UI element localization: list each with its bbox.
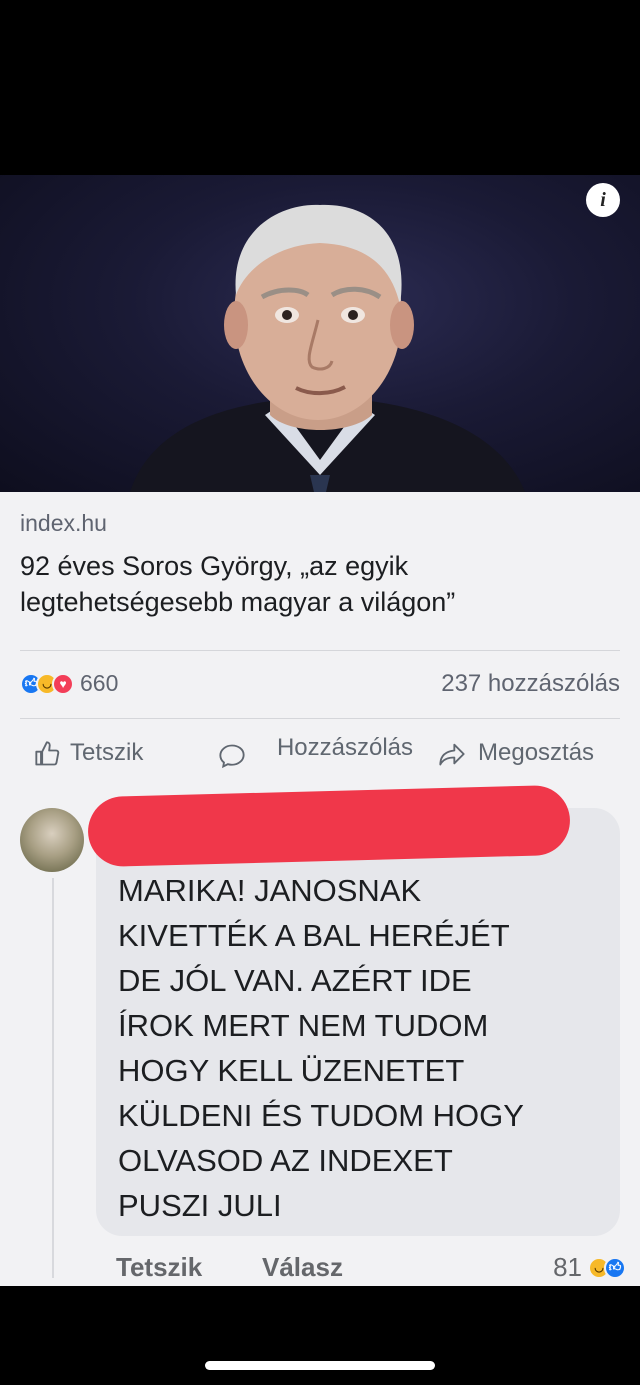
divider bbox=[20, 650, 620, 651]
like-label: Tetszik bbox=[70, 739, 144, 766]
redaction-mark bbox=[87, 784, 571, 868]
speech-bubble-icon bbox=[219, 744, 245, 769]
info-icon[interactable]: i bbox=[586, 183, 620, 217]
share-arrow-icon bbox=[439, 743, 465, 766]
share-label: Megosztás bbox=[478, 739, 595, 766]
comment-text: MARIKA! JANOSNAK KIVETTÉK A BAL HERÉJÉT … bbox=[118, 873, 524, 1223]
portrait-illustration bbox=[130, 204, 525, 492]
article-photo[interactable] bbox=[0, 175, 640, 492]
comment-reaction-count: 81 bbox=[553, 1252, 582, 1282]
reaction-count: 660 bbox=[80, 670, 119, 696]
comment-like-button[interactable]: Tetszik bbox=[116, 1252, 202, 1283]
love-reaction-icon: ♥ bbox=[52, 672, 74, 695]
home-indicator[interactable] bbox=[205, 1361, 435, 1370]
comments-count[interactable]: 237 hozzászólás bbox=[441, 670, 620, 698]
thumbs-up-icon bbox=[35, 741, 60, 766]
comment-label: Hozzászólás bbox=[276, 734, 414, 761]
share-button[interactable]: Megosztás bbox=[438, 739, 595, 768]
avatar[interactable] bbox=[20, 808, 84, 872]
divider bbox=[20, 718, 620, 719]
comment-reactions[interactable]: 81 ◡ 👍︎ bbox=[553, 1252, 626, 1283]
comment-button[interactable]: Hozzászólás bbox=[218, 730, 430, 770]
post-source[interactable]: index.hu bbox=[20, 510, 107, 537]
post-reactions[interactable]: 👍︎ ◡ ♥ 660 bbox=[20, 670, 118, 697]
comment-reply-button[interactable]: Válasz bbox=[262, 1252, 343, 1283]
like-button[interactable]: Tetszik bbox=[34, 739, 144, 768]
thread-line bbox=[52, 878, 54, 1278]
post-headline[interactable]: 92 éves Soros György, „az egyik legtehet… bbox=[20, 548, 625, 620]
like-reaction-icon: 👍︎ bbox=[604, 1256, 626, 1279]
